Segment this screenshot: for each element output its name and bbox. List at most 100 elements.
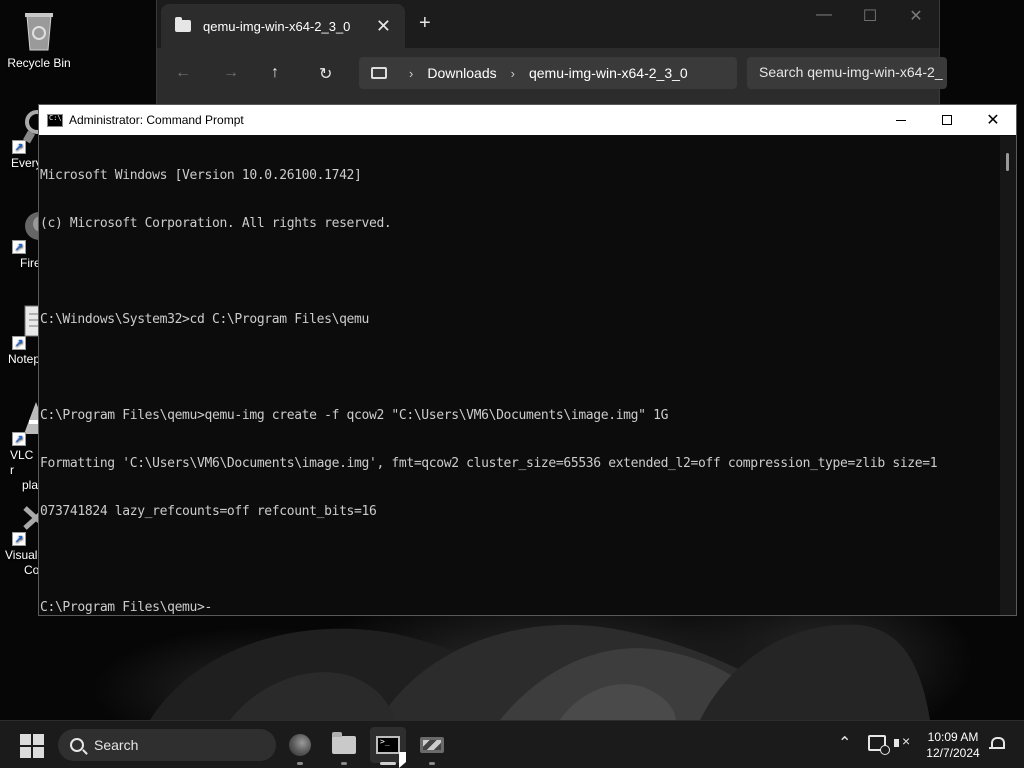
notification-bell-icon[interactable] (988, 736, 1005, 752)
this-pc-icon (371, 67, 387, 79)
notepad-icon: ↗ (12, 304, 40, 350)
desktop-icon-label: Every (11, 156, 40, 170)
shortcut-arrow-icon: ↗ (12, 432, 26, 446)
maximize-icon (942, 115, 952, 125)
console-line: Formatting 'C:\Users\VM6\Documents\image… (40, 456, 938, 471)
shortcut-arrow-icon: ↗ (12, 240, 26, 254)
explorer-window-controls: — ☐ ✕ (801, 6, 939, 26)
explorer-search-input[interactable]: Search qemu-img-win-x64-2_ (747, 57, 947, 89)
taskbar: Search ⌃ 10:09 AM 12/7/2024 (0, 720, 1024, 768)
command-prompt-icon (376, 736, 400, 754)
desktop-icon-label: pla (22, 478, 39, 492)
minimize-icon (896, 119, 906, 121)
shortcut-arrow-icon: ↗ (12, 532, 26, 546)
vertical-scrollbar[interactable] (1000, 136, 1016, 615)
clock-time: 10:09 AM (927, 730, 979, 744)
breadcrumb-item[interactable]: Downloads (427, 65, 496, 81)
virtual-machine-icon (420, 737, 444, 753)
running-indicator (297, 762, 303, 765)
console-line: C:\Windows\System32>cd C:\Program Files\… (40, 312, 369, 327)
taskbar-clock[interactable]: 10:09 AM 12/7/2024 (916, 729, 990, 761)
taskbar-search-box[interactable]: Search (58, 729, 276, 761)
desktop-icon-firefox[interactable]: ↗ Fire (0, 208, 40, 271)
address-bar[interactable]: › Downloads › qemu-img-win-x64-2_3_0 (359, 57, 737, 89)
desktop-icon-label: Recycle Bin (7, 56, 71, 70)
up-arrow-icon[interactable]: ↑ (271, 64, 279, 82)
forward-arrow-icon[interactable]: → (223, 64, 239, 82)
running-indicator (380, 762, 396, 765)
back-arrow-icon[interactable]: ← (175, 64, 191, 82)
chevron-right-icon: › (409, 65, 414, 81)
running-indicator (341, 762, 347, 765)
scrollbar-thumb[interactable] (1006, 153, 1009, 171)
vlc-icon: ↗ (12, 400, 40, 446)
desktop-icon-label: Fire (20, 256, 40, 270)
network-icon[interactable] (868, 735, 890, 755)
close-icon[interactable]: ✕ (893, 6, 939, 26)
refresh-icon[interactable]: ↻ (319, 64, 332, 84)
explorer-tab-title: qemu-img-win-x64-2_3_0 (203, 18, 351, 34)
desktop-icon-vscode[interactable]: ↗ Visual Co (0, 500, 40, 578)
explorer-tab[interactable]: qemu-img-win-x64-2_3_0 ✕ (161, 4, 405, 48)
search-icon (70, 738, 84, 752)
shortcut-arrow-icon: ↗ (12, 336, 26, 350)
windows-logo-icon (33, 747, 44, 758)
explorer-tab-bar: qemu-img-win-x64-2_3_0 ✕ + — ☐ ✕ (157, 0, 939, 48)
new-tab-button[interactable]: + (419, 12, 431, 35)
windows-logo-icon (20, 747, 31, 758)
maximize-icon[interactable]: ☐ (847, 6, 893, 26)
breadcrumb-item[interactable]: qemu-img-win-x64-2_3_0 (529, 65, 688, 81)
file-explorer-icon (332, 732, 356, 754)
console-line: Microsoft Windows [Version 10.0.26100.17… (40, 168, 362, 183)
windows-logo-icon (33, 734, 44, 745)
recycle-bin-icon (17, 8, 61, 52)
console-output[interactable]: Microsoft Windows [Version 10.0.26100.17… (39, 136, 1000, 615)
desktop-icon-label: Notep (8, 352, 40, 366)
minimize-button[interactable] (878, 105, 924, 135)
console-line: C:\Program Files\qemu>qemu-img create -f… (40, 408, 669, 423)
desktop-icon-recycle-bin[interactable]: Recycle Bin (0, 8, 78, 71)
volume-muted-icon[interactable] (894, 733, 912, 751)
desktop-icon-label: Co (24, 563, 40, 577)
folder-icon (175, 17, 191, 32)
clock-date: 12/7/2024 (926, 746, 980, 760)
cmd-window-controls: ✕ (878, 105, 1016, 135)
taskbar-search-label: Search (94, 737, 139, 753)
file-explorer-window[interactable]: qemu-img-win-x64-2_3_0 ✕ + — ☐ ✕ ← → ↑ ↻… (156, 0, 947, 105)
show-hidden-icons-chevron-up-icon[interactable]: ⌃ (838, 733, 851, 753)
start-button[interactable] (20, 734, 44, 758)
console-line: (c) Microsoft Corporation. All rights re… (40, 216, 392, 231)
close-button[interactable]: ✕ (970, 105, 1016, 135)
desktop-icon-notepad[interactable]: ↗ Notep (0, 304, 40, 367)
desktop-icon-everything[interactable]: ↗ Every (0, 108, 40, 171)
taskbar-app-file-explorer[interactable] (326, 727, 362, 765)
command-prompt-icon (47, 113, 63, 127)
taskbar-app-firefox[interactable] (282, 727, 318, 765)
console-line: 073741824 lazy_refcounts=off refcount_bi… (40, 504, 377, 519)
windows-logo-icon (20, 734, 31, 745)
chevron-right-icon: › (510, 65, 515, 81)
taskbar-app-virtual-machine[interactable] (414, 727, 450, 765)
close-tab-icon[interactable]: ✕ (376, 16, 391, 37)
vscode-icon: ↗ (12, 500, 40, 546)
maximize-button[interactable] (924, 105, 970, 135)
firefox-icon: ↗ (12, 208, 40, 254)
desktop-icon-label: VLC r (10, 448, 34, 477)
mouse-cursor-icon (399, 752, 406, 768)
running-indicator (429, 762, 435, 765)
shortcut-arrow-icon: ↗ (12, 140, 26, 154)
desktop-icon-label: Visual (5, 548, 38, 562)
explorer-nav-bar: ← → ↑ ↻ › Downloads › qemu-img-win-x64-2… (157, 48, 947, 104)
command-prompt-window[interactable]: Administrator: Command Prompt ✕ Microsof… (38, 104, 1017, 616)
cmd-title-bar[interactable]: Administrator: Command Prompt ✕ (39, 105, 1016, 135)
close-icon: ✕ (986, 112, 1000, 129)
desktop-icon-vlc[interactable]: ↗ VLC r pla (0, 400, 40, 493)
firefox-icon (289, 734, 311, 756)
console-prompt-line[interactable]: C:\Program Files\qemu>- (40, 600, 1000, 615)
everything-icon: ↗ (12, 108, 40, 154)
cmd-window-title: Administrator: Command Prompt (69, 113, 244, 127)
minimize-icon[interactable]: — (801, 6, 847, 26)
